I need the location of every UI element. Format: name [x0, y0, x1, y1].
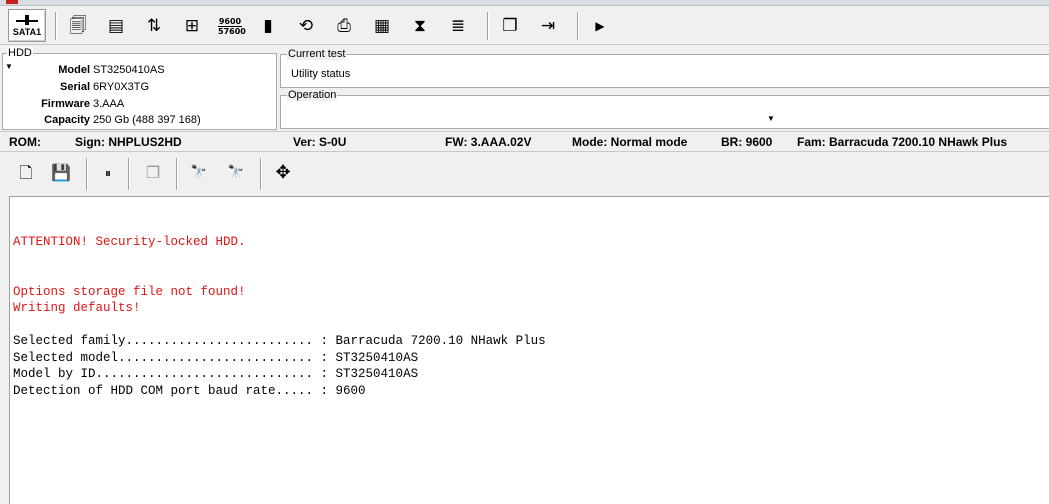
hdd-group: HDD ▼ Model ST3250410AS Serial 6RY0X3TG …: [2, 47, 277, 130]
hdd-info-button[interactable]: 🗐: [66, 14, 90, 38]
grid-button[interactable]: ▦: [370, 14, 394, 38]
copy-icon: ❐: [145, 163, 161, 182]
grid-icon: ▦: [373, 16, 391, 36]
hdd-capacity-row: Capacity 250 Gb (488 397 168): [3, 112, 273, 128]
terminal-icon: ▤: [107, 16, 125, 36]
drive-save-button[interactable]: ⎙: [332, 14, 356, 38]
pause-icon: ⏸: [104, 166, 111, 180]
toolbar-separator: [128, 158, 130, 190]
windows-button[interactable]: ❐: [498, 14, 522, 38]
fw-value: FW: 3.AAA.02V: [445, 135, 532, 149]
app-icon: [6, 0, 18, 4]
toolbar-separator: [55, 12, 57, 40]
hdd-legend: HDD: [7, 47, 33, 59]
baud-rate-top: 9600: [218, 17, 242, 26]
hdd-info-icon: 🗐: [69, 16, 87, 36]
log-line: Model by ID.............................…: [13, 367, 419, 381]
hdd-firmware-row: Firmware 3.AAA: [3, 96, 273, 112]
toolbar-separator: [176, 158, 178, 190]
log-toolbar: 🗋 💾 ⏸ ❐ 🔭 🔭 ✥: [0, 152, 1049, 194]
log-output[interactable]: ATTENTION! Security-locked HDD. Options …: [9, 196, 1049, 504]
add-drive-icon: ⊞: [184, 16, 200, 36]
ver-value: Ver: S-0U: [293, 135, 347, 149]
current-test-group: Current test Utility status: [280, 48, 1049, 88]
interface-label: SATA1: [12, 27, 42, 37]
exit-icon: ⇥: [540, 16, 556, 36]
main-toolbar: SATA1 🗐 ▤ ⇅ ⊞ 9600 57600 ▮ ⟲ ⎙ ▦ ⧗ ≣ ❐ ⇥…: [0, 6, 1049, 45]
power-button[interactable]: ⟲: [294, 14, 318, 38]
operation-group[interactable]: Operation ▼: [280, 89, 1049, 129]
sign-value: Sign: NHPLUS2HD: [75, 135, 182, 149]
find-next-icon: 🔭: [227, 165, 245, 180]
serial-value: 6RY0X3TG: [93, 81, 150, 93]
log-line: Selected family.........................…: [13, 334, 546, 348]
save-log-button[interactable]: 💾: [49, 161, 73, 185]
hdd-model-row: Model ST3250410AS: [3, 62, 273, 78]
serial-label: Serial: [60, 81, 90, 93]
log-line: ATTENTION! Security-locked HDD.: [13, 235, 246, 249]
toolbar-separator: [577, 12, 579, 40]
hourglass-icon: ⧗: [414, 16, 426, 36]
terminal-button[interactable]: ▤: [104, 14, 128, 38]
log-line: Selected model..........................…: [13, 351, 419, 365]
exit-button[interactable]: ⇥: [536, 14, 560, 38]
play-button[interactable]: ▶: [588, 14, 612, 38]
capacity-value: 250 Gb (488 397 168): [93, 114, 201, 126]
hourglass-button[interactable]: ⧗: [408, 14, 432, 38]
model-value: ST3250410AS: [93, 64, 165, 76]
firmware-value: 3.AAA: [93, 98, 125, 110]
operation-dropdown-arrow-icon[interactable]: ▼: [767, 114, 775, 123]
find-button[interactable]: 🔭: [187, 161, 211, 185]
find-next-button[interactable]: 🔭: [224, 161, 248, 185]
windows-icon: ❐: [502, 16, 518, 36]
operation-legend: Operation: [287, 89, 338, 101]
capacity-label: Capacity: [44, 114, 90, 126]
find-icon: 🔭: [190, 165, 208, 180]
open-file-button[interactable]: 🗋: [14, 161, 38, 185]
hdd-serial-row: Serial 6RY0X3TG: [3, 79, 273, 95]
log-line: Options storage file not found!: [13, 285, 246, 299]
firmware-label: Firmware: [41, 98, 90, 110]
current-test-value: Utility status: [291, 68, 351, 80]
add-drive-button[interactable]: ⊞: [180, 14, 204, 38]
model-label: Model: [58, 64, 90, 76]
open-file-icon: 🗋: [19, 163, 33, 182]
toolbar-separator: [86, 158, 88, 190]
log-line: Writing defaults!: [13, 301, 141, 315]
power-icon: ⟲: [298, 16, 314, 36]
move-icon: ✥: [275, 162, 291, 183]
drive-save-icon: ⎙: [337, 16, 351, 36]
save-log-icon: 💾: [51, 163, 71, 182]
transfer-icon: ⇅: [146, 16, 162, 36]
interface-select-button[interactable]: SATA1: [8, 9, 46, 42]
baud-rate-button[interactable]: 9600 57600: [218, 14, 246, 38]
rom-label: ROM:: [9, 135, 41, 149]
play-icon: ▶: [595, 19, 605, 33]
pause-button[interactable]: ⏸: [96, 161, 120, 185]
transfer-button[interactable]: ⇅: [142, 14, 166, 38]
chip-icon: ▮: [263, 16, 273, 36]
mode-value: Mode: Normal mode: [572, 135, 688, 149]
list-button[interactable]: ≣: [446, 14, 470, 38]
chip-button[interactable]: ▮: [256, 14, 280, 38]
copy-button[interactable]: ❐: [141, 161, 165, 185]
log-line: Detection of HDD COM port baud rate.....…: [13, 384, 366, 398]
br-value: BR: 9600: [721, 135, 773, 149]
baud-rate-bottom: 57600: [218, 26, 246, 36]
toolbar-separator: [260, 158, 262, 190]
list-icon: ≣: [450, 16, 466, 36]
move-button[interactable]: ✥: [271, 161, 295, 185]
current-test-legend: Current test: [287, 48, 347, 60]
toolbar-separator: [487, 12, 489, 40]
rom-status-bar: ROM: Sign: NHPLUS2HD Ver: S-0U FW: 3.AAA…: [0, 131, 1049, 152]
family-value: Fam: Barracuda 7200.10 NHawk Plus: [797, 135, 1008, 149]
